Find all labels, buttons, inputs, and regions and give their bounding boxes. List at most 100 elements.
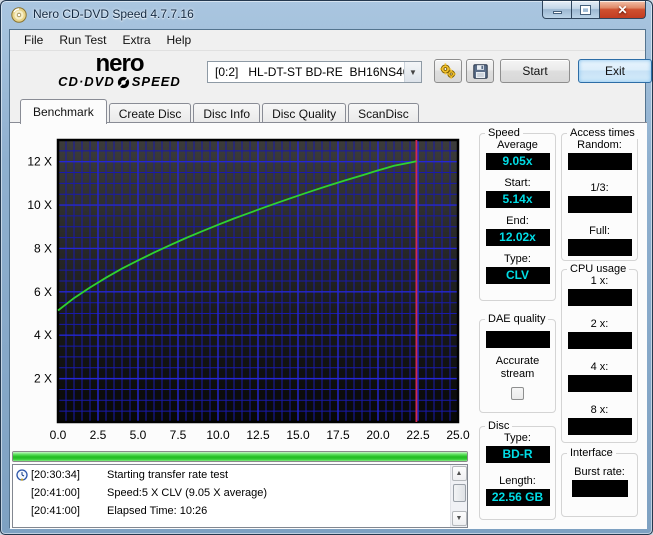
- speed-end-label: End:: [506, 215, 529, 227]
- dae-quality-title: DAE quality: [485, 313, 549, 325]
- clock-icon: [16, 469, 28, 481]
- svg-text:22.5: 22.5: [406, 428, 430, 442]
- window-title: Nero CD-DVD Speed 4.7.7.16: [33, 7, 194, 21]
- speed-type-label: Type:: [504, 253, 531, 265]
- svg-text:20.0: 20.0: [366, 428, 390, 442]
- start-button[interactable]: Start: [500, 59, 570, 83]
- speed-average-value: 9.05x: [485, 153, 550, 170]
- save-button[interactable]: [466, 59, 494, 83]
- close-button[interactable]: ✕: [600, 1, 646, 19]
- logo-disc-icon: [117, 76, 130, 88]
- log-scrollbar[interactable]: ▲ ▼: [450, 465, 467, 527]
- drive-select-value: [0:2] HL-DT-ST BD-RE BH16NS40 1.00: [215, 65, 404, 79]
- speed-end-value: 12.02x: [485, 229, 550, 246]
- exit-button[interactable]: Exit: [578, 59, 652, 83]
- access-random-value: [567, 153, 632, 170]
- interface-group: Interface Burst rate:: [561, 447, 638, 517]
- tab-strip: Benchmark Create Disc Disc Info Disc Qua…: [10, 98, 645, 124]
- drive-select[interactable]: [0:2] HL-DT-ST BD-RE BH16NS40 1.00 ▼: [207, 61, 422, 83]
- disc-icon: [11, 7, 27, 23]
- access-times-group: Access times Random: 1/3: Full:: [561, 127, 638, 261]
- svg-text:12.5: 12.5: [246, 428, 270, 442]
- menu-bar: File Run Test Extra Help: [10, 30, 645, 51]
- svg-text:6 X: 6 X: [34, 285, 52, 299]
- svg-text:10 X: 10 X: [27, 198, 52, 212]
- menu-file[interactable]: File: [16, 31, 51, 49]
- disc-length-value: 22.56 GB: [485, 489, 550, 506]
- svg-text:2.5: 2.5: [90, 428, 107, 442]
- maximize-button[interactable]: [572, 1, 600, 19]
- cpu-8x-value: [567, 418, 632, 435]
- transfer-rate-chart: 2 X 4 X 6 X 8 X 10 X 12 X 0.0 2.5 5.0 7.5 10.0 12.5…: [27, 138, 470, 442]
- log-timestamp: [20:41:00]: [31, 505, 80, 517]
- log-entry: [20:30:34] Starting transfer rate test: [13, 468, 467, 483]
- speed-group: Speed Average 9.05x Start: 5.14x End: 12…: [479, 127, 556, 301]
- access-full-value: [567, 239, 632, 256]
- menu-extra[interactable]: Extra: [114, 31, 158, 49]
- log-entry: [20:41:00] Speed:5 X CLV (9.05 X average…: [13, 486, 467, 501]
- burst-rate-value: [571, 480, 628, 497]
- disc-type-value: BD-R: [485, 446, 550, 463]
- accurate-stream-checkbox[interactable]: [511, 387, 524, 400]
- nero-logo-wordmark: nero: [95, 50, 144, 77]
- tab-create-disc[interactable]: Create Disc: [108, 103, 192, 123]
- minimize-button[interactable]: [542, 1, 572, 19]
- menu-help[interactable]: Help: [159, 31, 200, 49]
- window-controls: ✕: [542, 1, 646, 19]
- cpu-usage-group: CPU usage 1 x: 2 x: 4 x: 8 x:: [561, 263, 638, 443]
- svg-text:0.0: 0.0: [50, 428, 67, 442]
- nero-logo: nero CD·DVD SPEED: [37, 50, 202, 89]
- scroll-down-icon[interactable]: ▼: [451, 511, 467, 526]
- client-area: File Run Test Extra Help nero CD·DVD SPE…: [9, 29, 652, 529]
- svg-text:15.0: 15.0: [286, 428, 310, 442]
- speed-average-label: Average: [497, 139, 538, 151]
- cpu-1x-label: 1 x:: [590, 275, 609, 287]
- cpu-2x-value: [567, 332, 632, 349]
- access-full-label: Full:: [589, 225, 610, 237]
- nero-logo-subtitle: CD·DVD SPEED: [58, 74, 181, 89]
- svg-text:10.0: 10.0: [206, 428, 230, 442]
- access-times-title: Access times: [567, 127, 638, 139]
- access-random-label: Random:: [577, 139, 622, 151]
- options-button[interactable]: [434, 59, 462, 83]
- close-icon: ✕: [617, 2, 628, 17]
- menu-run-test[interactable]: Run Test: [51, 31, 114, 49]
- maximize-icon: [580, 4, 591, 15]
- svg-text:8 X: 8 X: [34, 241, 52, 255]
- disc-group: Disc Type: BD-R Length: 22.56 GB: [479, 420, 556, 520]
- disc-group-title: Disc: [485, 420, 513, 432]
- floppy-disk-icon: [472, 63, 488, 79]
- svg-text:17.5: 17.5: [326, 428, 350, 442]
- tab-benchmark[interactable]: Benchmark: [20, 99, 107, 124]
- speed-start-label: Start:: [504, 177, 531, 189]
- minimize-icon: [552, 10, 562, 14]
- accurate-stream-label-2: stream: [500, 368, 535, 380]
- toolbar: nero CD·DVD SPEED [0:2] HL-DT-ST BD-RE B…: [10, 50, 652, 98]
- disc-type-label: Type:: [504, 432, 531, 444]
- accurate-stream-label-1: Accurate: [495, 355, 540, 367]
- app-window: Nero CD-DVD Speed 4.7.7.16 ✕ File Run Te…: [0, 0, 653, 535]
- titlebar[interactable]: Nero CD-DVD Speed 4.7.7.16 ✕: [1, 1, 652, 29]
- log-entry: [20:41:00] Elapsed Time: 10:26: [13, 504, 467, 519]
- speed-type-value: CLV: [485, 267, 550, 284]
- gears-icon: [439, 63, 456, 79]
- svg-text:4 X: 4 X: [34, 328, 52, 342]
- cpu-8x-label: 8 x:: [590, 404, 609, 416]
- log-message: Elapsed Time: 10:26: [107, 505, 208, 517]
- scroll-up-icon[interactable]: ▲: [451, 466, 467, 481]
- scrollbar-thumb[interactable]: [452, 484, 466, 502]
- burst-rate-label: Burst rate:: [574, 466, 625, 478]
- access-third-value: [567, 196, 632, 213]
- cpu-2x-label: 2 x:: [590, 318, 609, 330]
- chevron-down-icon[interactable]: ▼: [404, 62, 421, 82]
- svg-text:5.0: 5.0: [130, 428, 147, 442]
- svg-text:2 X: 2 X: [34, 372, 52, 386]
- log-timestamp: [20:30:34]: [31, 469, 80, 481]
- svg-text:12 X: 12 X: [27, 155, 52, 169]
- tab-scandisc[interactable]: ScanDisc: [348, 103, 419, 123]
- tab-disc-quality[interactable]: Disc Quality: [262, 103, 347, 123]
- benchmark-page: 2 X 4 X 6 X 8 X 10 X 12 X 0.0 2.5 5.0 7.5 10.0 12.5…: [10, 122, 647, 529]
- log-panel[interactable]: [20:30:34] Starting transfer rate test […: [12, 464, 468, 528]
- tab-disc-info[interactable]: Disc Info: [193, 103, 261, 123]
- progress-fill: [13, 452, 467, 461]
